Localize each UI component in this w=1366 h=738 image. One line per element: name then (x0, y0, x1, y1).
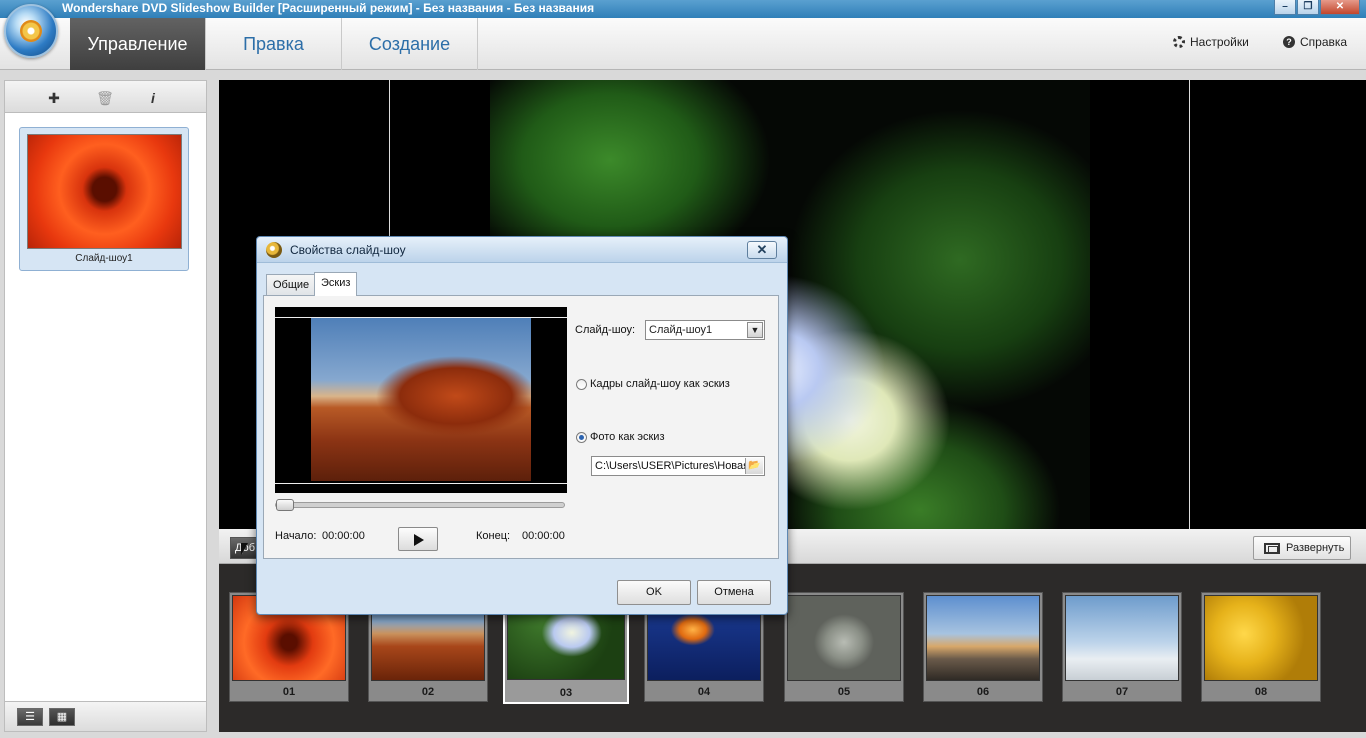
thumb-number: 04 (697, 686, 711, 698)
dialog-close-button[interactable]: ✕ (747, 241, 777, 259)
radio-frames-as-thumbnail[interactable] (576, 379, 587, 390)
thumb-image (1204, 595, 1318, 681)
slideshow-toolbar: ✚ 🗑 i (5, 81, 206, 113)
thumb-number: 05 (837, 686, 851, 698)
help-icon: ? (1283, 36, 1295, 48)
slideshow-thumbnail (27, 134, 182, 249)
seek-handle[interactable] (276, 499, 294, 511)
dialog-title-bar: Свойства слайд-шоу ✕ (257, 237, 787, 263)
cancel-button[interactable]: Отмена (697, 580, 771, 605)
disc-icon (20, 20, 42, 42)
window-controls: – ❐ ✕ (1274, 0, 1360, 15)
expand-label: Развернуть (1286, 542, 1345, 554)
close-button[interactable]: ✕ (1320, 0, 1360, 15)
slideshow-select[interactable]: Слайд-шоу1 ▼ (645, 320, 765, 340)
title-bar: Wondershare DVD Slideshow Builder [Расши… (0, 0, 1366, 18)
thumbnail-view-icon[interactable]: ▦ (49, 708, 75, 726)
tab-create[interactable]: Создание (342, 18, 478, 70)
thumb-number: 07 (1115, 686, 1129, 698)
slideshow-properties-dialog: Свойства слайд-шоу ✕ Общие Эскиз Начало:… (256, 236, 788, 615)
radio-photo-label: Фото как эскиз (590, 431, 665, 443)
storyboard-thumb-06[interactable]: 06 (923, 592, 1043, 702)
minimize-button[interactable]: – (1274, 0, 1296, 15)
storyboard-thumb-07[interactable]: 07 (1062, 592, 1182, 702)
end-label: Конец: (476, 530, 511, 542)
expand-button[interactable]: Развернуть (1253, 536, 1351, 560)
safe-area-line-right (1189, 80, 1190, 529)
gear-icon (1173, 36, 1185, 48)
thumb-number: 08 (1254, 686, 1268, 698)
expand-icon (1264, 542, 1280, 554)
thumbnail-preview (275, 307, 567, 493)
storyboard-thumb-08[interactable]: 08 (1201, 592, 1321, 702)
tab-thumbnail[interactable]: Эскиз (314, 272, 358, 296)
restore-button[interactable]: ❐ (1297, 0, 1319, 15)
help-link[interactable]: ? Справка (1283, 35, 1347, 49)
radio-frames-label: Кадры слайд-шоу как эскиз (590, 378, 730, 390)
slideshow-item-label: Слайд-шоу1 (75, 253, 133, 264)
thumb-image (787, 595, 901, 681)
window-title: Wondershare DVD Slideshow Builder [Расши… (62, 1, 595, 15)
settings-link[interactable]: Настройки (1173, 35, 1249, 49)
play-button[interactable] (398, 527, 438, 551)
help-label: Справка (1300, 35, 1348, 49)
tab-edit[interactable]: Правка (206, 18, 342, 70)
photo-path-field[interactable]: 📂 (591, 456, 765, 476)
view-toggle-bar: ☰ ▦ (5, 701, 206, 731)
app-logo-icon[interactable] (4, 4, 58, 58)
slideshow-list-panel: ✚ 🗑 i Слайд-шоу1 ☰ ▦ (4, 80, 207, 732)
dialog-app-icon (266, 242, 282, 258)
folder-open-icon[interactable]: 📂 (745, 458, 763, 474)
mouse-cursor-icon (241, 543, 248, 555)
dialog-title: Свойства слайд-шоу (290, 243, 406, 257)
storyboard-thumb-05[interactable]: 05 (784, 592, 904, 702)
tab-general[interactable]: Общие (266, 274, 317, 296)
ok-button[interactable]: OK (617, 580, 691, 605)
dialog-body: Общие Эскиз Начало: 00:00:00 Конец: 00:0… (263, 272, 781, 559)
thumb-number: 01 (282, 686, 296, 698)
thumbnail-tab-panel: Начало: 00:00:00 Конец: 00:00:00 Слайд-ш… (263, 295, 779, 559)
list-view-icon[interactable]: ☰ (17, 708, 43, 726)
thumb-number: 06 (976, 686, 990, 698)
start-time: 00:00:00 (322, 530, 365, 542)
preview-guide-line-bottom (275, 483, 567, 484)
thumb-image (1065, 595, 1179, 681)
radio-photo-as-thumbnail[interactable] (576, 432, 587, 443)
slideshow-select-value: Слайд-шоу1 (649, 324, 713, 336)
thumbnail-preview-image (311, 318, 531, 481)
tab-manage[interactable]: Управление (70, 18, 206, 70)
settings-label: Настройки (1190, 35, 1249, 49)
slideshow-select-label: Слайд-шоу: (575, 324, 636, 336)
thumb-image (926, 595, 1040, 681)
photo-path-input[interactable] (593, 458, 745, 474)
thumb-number: 03 (559, 687, 573, 699)
chevron-down-icon[interactable]: ▼ (747, 322, 763, 338)
thumb-number: 02 (421, 686, 435, 698)
seek-bar[interactable] (275, 502, 565, 508)
start-label: Начало: (275, 530, 317, 542)
info-icon[interactable]: i (144, 89, 162, 107)
add-slideshow-icon[interactable]: ✚ (45, 89, 63, 107)
menu-bar: Управление Правка Создание Настройки ? С… (0, 4, 1366, 70)
trash-icon[interactable]: 🗑 (96, 89, 114, 107)
end-time: 00:00:00 (522, 530, 565, 542)
slideshow-item[interactable]: Слайд-шоу1 (19, 127, 189, 271)
